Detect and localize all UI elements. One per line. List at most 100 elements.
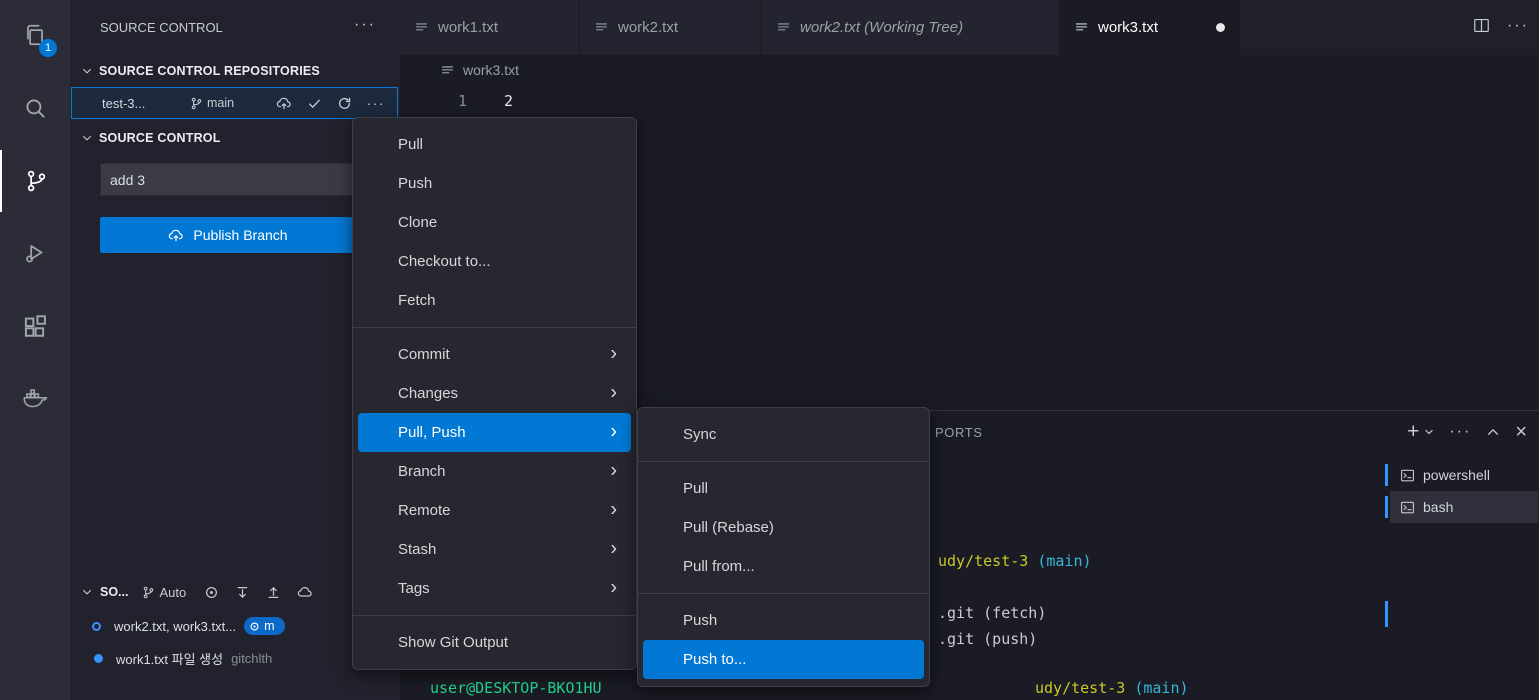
breadcrumb[interactable]: work3.txt [400,55,1539,85]
publish-branch-label: Publish Branch [193,227,288,243]
tab-work1[interactable]: work1.txt [400,0,580,55]
graph-section-label: SO... [100,585,129,599]
section-header-graph[interactable]: SO... Auto [70,579,400,605]
chevron-down-icon [81,65,93,77]
menu-item-pull[interactable]: Pull [358,125,631,164]
terminal-prompt-line: udy/test-3 (main) [1035,679,1189,697]
tab-label: work2.txt (Working Tree) [800,19,964,36]
panel-tab-ports[interactable]: PORTS [935,425,983,440]
panel-more-actions-icon[interactable]: ··· [1449,423,1471,441]
submenu-item-push[interactable]: Push [643,601,924,640]
repository-branch[interactable]: main [190,96,234,110]
terminal-output-line: .git (fetch) [938,604,1047,622]
refresh-icon[interactable] [337,96,352,111]
terminal-output-line: udy/test-3 (main) [938,552,1092,570]
repo-more-actions-icon[interactable]: ··· [367,95,386,111]
menu-separator [353,327,636,328]
menu-item-stash[interactable]: Stash [358,530,631,569]
branch-ref-badge: m [244,617,285,635]
menu-item-fetch[interactable]: Fetch [358,281,631,320]
tab-label: work3.txt [1098,19,1159,36]
editor-tab-bar: work1.txt work2.txt work2.txt (Working T… [400,0,1539,55]
repository-actions: ··· [276,95,386,111]
menu-item-changes[interactable]: Changes [358,374,631,413]
extensions-icon [22,314,48,340]
cloud-icon[interactable] [297,584,313,600]
panel-actions: + ··· × [1407,421,1527,442]
modified-dot-icon[interactable] [1216,23,1225,32]
new-terminal-button[interactable]: + [1407,421,1434,442]
publish-branch-button[interactable]: Publish Branch [100,217,356,253]
graph-commit-row[interactable]: work1.txt 파일 생성 gitchlth [70,643,400,673]
close-panel-icon[interactable]: × [1515,422,1527,442]
run-debug-icon [22,240,48,266]
sidebar-item-run-debug[interactable] [0,222,70,284]
publish-cloud-icon[interactable] [276,95,292,111]
menu-separator [353,615,636,616]
sidebar-item-extensions[interactable] [0,296,70,358]
target-icon[interactable] [204,585,219,600]
push-icon[interactable] [266,585,281,600]
fetch-icon[interactable] [235,585,250,600]
sidebar-more-actions-icon[interactable]: ··· [354,16,376,34]
git-context-menu: Pull Push Clone Checkout to... Fetch Com… [352,117,637,670]
sidebar-item-source-control[interactable] [0,150,70,212]
editor-actions: ··· [1472,16,1529,35]
terminal-tab-powershell[interactable]: powershell [1390,459,1538,491]
terminal-output-line: .git (push) [938,630,1038,648]
maximize-panel-icon[interactable] [1486,425,1500,439]
terminal-prompt-line: user@DESKTOP-BKO1HU [430,679,602,697]
menu-item-tags[interactable]: Tags [358,569,631,608]
commit-author: gitchlth [231,650,273,666]
menu-item-push[interactable]: Push [358,164,631,203]
pending-changes-badge: 1 [39,39,57,57]
menu-item-clone[interactable]: Clone [358,203,631,242]
menu-item-remote[interactable]: Remote [358,491,631,530]
tab-label: work1.txt [438,19,499,36]
menu-item-show-git-output[interactable]: Show Git Output [358,623,631,662]
file-icon [1074,20,1089,35]
menu-item-branch[interactable]: Branch [358,452,631,491]
repository-name: test-3... [102,95,146,111]
git-branch-icon [142,586,155,599]
terminal-tab-bash[interactable]: bash [1390,491,1538,523]
commit-check-icon[interactable] [307,96,322,111]
chevron-down-icon [1425,429,1434,434]
sidebar-item-explorer[interactable]: 1 [0,4,70,66]
section-header-source-control[interactable]: SOURCE CONTROL [70,126,400,150]
menu-separator [638,461,929,462]
terminal-tabs-list: powershell bash [1390,459,1538,523]
submenu-item-pull-from[interactable]: Pull from... [643,547,924,586]
tab-work2-working-tree[interactable]: work2.txt (Working Tree) [762,0,1060,55]
submenu-item-pull[interactable]: Pull [643,469,924,508]
activity-bar: 1 [0,0,70,700]
menu-item-checkout-to[interactable]: Checkout to... [358,242,631,281]
terminal-icon [1400,500,1415,515]
repository-row[interactable]: test-3... main ··· [71,87,398,119]
tab-label: work2.txt [618,19,679,36]
tab-work3[interactable]: work3.txt [1060,0,1240,55]
chevron-down-icon [81,586,93,598]
file-icon [594,20,609,35]
sidebar-item-docker[interactable] [0,367,70,429]
split-editor-icon[interactable] [1472,16,1491,35]
menu-separator [638,593,929,594]
file-icon [776,20,791,35]
menu-item-pull-push[interactable]: Pull, Push [358,413,631,452]
submenu-item-sync[interactable]: Sync [643,415,924,454]
editor-more-actions-icon[interactable]: ··· [1507,17,1529,35]
commit-node-icon [94,653,103,663]
file-icon [414,20,429,35]
graph-branch-filter[interactable]: Auto [142,585,186,600]
menu-item-commit[interactable]: Commit [358,335,631,374]
commit-message-input[interactable] [100,163,356,196]
graph-commit-row[interactable]: work2.txt, work3.txt... m [70,611,400,641]
sidebar-item-search[interactable] [0,77,70,139]
git-branch-icon [190,97,203,110]
tab-work2[interactable]: work2.txt [580,0,762,55]
submenu-item-pull-rebase[interactable]: Pull (Rebase) [643,508,924,547]
section-header-repositories[interactable]: SOURCE CONTROL REPOSITORIES [70,59,400,83]
submenu-item-push-to[interactable]: Push to... [643,640,924,679]
terminal-scrollbar-thumb[interactable] [1385,601,1388,627]
pull-push-submenu: Sync Pull Pull (Rebase) Pull from... Pus… [637,407,930,687]
